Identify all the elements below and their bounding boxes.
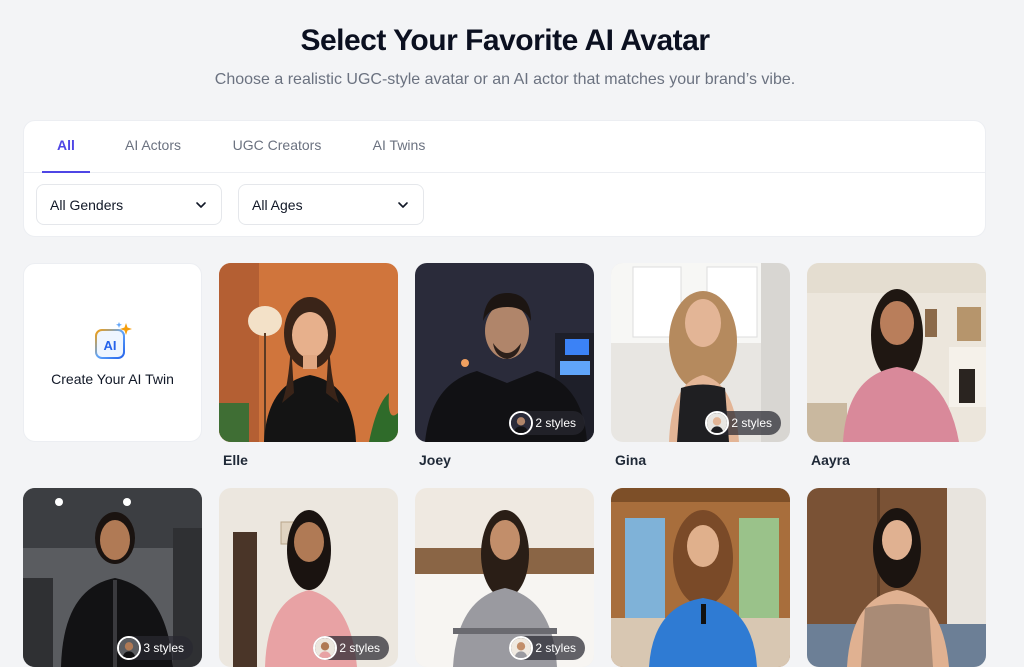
styles-badge: 2 styles xyxy=(509,411,585,435)
styles-count: 2 styles xyxy=(339,641,380,655)
ai-sparkle-icon: AI xyxy=(95,322,132,359)
tab-ai-actors[interactable]: AI Actors xyxy=(122,121,184,172)
avatar-photo xyxy=(807,488,986,667)
styles-badge: 2 styles xyxy=(509,636,585,660)
styles-count: 2 styles xyxy=(535,416,576,430)
avatar-card[interactable]: 2 styles xyxy=(415,488,594,667)
avatar-photo xyxy=(807,263,986,442)
avatar-photo xyxy=(219,263,398,442)
page-title: Select Your Favorite AI Avatar xyxy=(300,24,710,57)
filter-panel: All AI Actors UGC Creators AI Twins All … xyxy=(23,120,986,237)
style-thumbnail-icon xyxy=(313,636,338,660)
chevron-down-icon xyxy=(398,202,408,208)
ai-icon-text: AI xyxy=(104,338,117,353)
avatar-card[interactable]: 2 styles xyxy=(219,488,398,667)
avatar-card[interactable]: 3 styles xyxy=(23,488,202,667)
gender-select[interactable]: All Genders xyxy=(36,184,222,225)
avatar-card-elle[interactable] xyxy=(219,263,398,442)
avatar-name-aayra: Aayra xyxy=(811,452,850,468)
style-thumbnail-icon xyxy=(117,636,142,660)
age-select-value: All Ages xyxy=(252,197,303,213)
tab-ai-twins[interactable]: AI Twins xyxy=(370,121,428,172)
avatar-name-gina: Gina xyxy=(615,452,647,468)
tab-ugc-creators[interactable]: UGC Creators xyxy=(230,121,324,172)
page-subtitle: Choose a realistic UGC-style avatar or a… xyxy=(214,71,796,88)
styles-count: 3 styles xyxy=(143,641,184,655)
avatar-card-aayra[interactable] xyxy=(807,263,986,442)
chevron-down-icon xyxy=(196,202,206,208)
age-select[interactable]: All Ages xyxy=(238,184,424,225)
avatar-name-elle: Elle xyxy=(223,452,248,468)
create-ai-twin-label: Create Your AI Twin xyxy=(51,371,174,387)
create-ai-twin-card[interactable]: AI Create Your AI Twin xyxy=(23,263,202,442)
style-thumbnail-icon xyxy=(509,636,534,660)
style-thumbnail-icon xyxy=(705,411,730,435)
tab-all[interactable]: All xyxy=(42,121,90,173)
styles-badge: 2 styles xyxy=(705,411,781,435)
styles-badge: 2 styles xyxy=(313,636,389,660)
tab-bar: All AI Actors UGC Creators AI Twins xyxy=(24,121,985,173)
avatar-name-joey: Joey xyxy=(419,452,451,468)
gender-select-value: All Genders xyxy=(50,197,124,213)
avatar-card-joey[interactable]: 2 styles xyxy=(415,263,594,442)
style-thumbnail-icon xyxy=(509,411,534,435)
avatar-card[interactable] xyxy=(807,488,986,667)
avatar-photo xyxy=(611,488,790,667)
avatar-card-gina[interactable]: 2 styles xyxy=(611,263,790,442)
styles-badge: 3 styles xyxy=(117,636,193,660)
styles-count: 2 styles xyxy=(731,416,772,430)
styles-count: 2 styles xyxy=(535,641,576,655)
avatar-card[interactable] xyxy=(611,488,790,667)
